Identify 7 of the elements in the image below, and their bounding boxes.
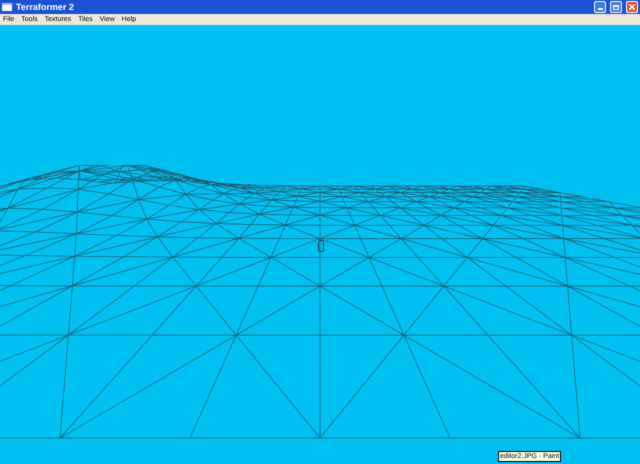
minimize-button[interactable] [594, 1, 606, 13]
cursor-icon [318, 240, 324, 252]
maximize-button[interactable] [610, 1, 622, 13]
close-button[interactable] [626, 1, 638, 13]
close-icon [629, 4, 635, 10]
window-title: Terraformer 2 [16, 2, 74, 12]
window-icon [2, 3, 12, 11]
